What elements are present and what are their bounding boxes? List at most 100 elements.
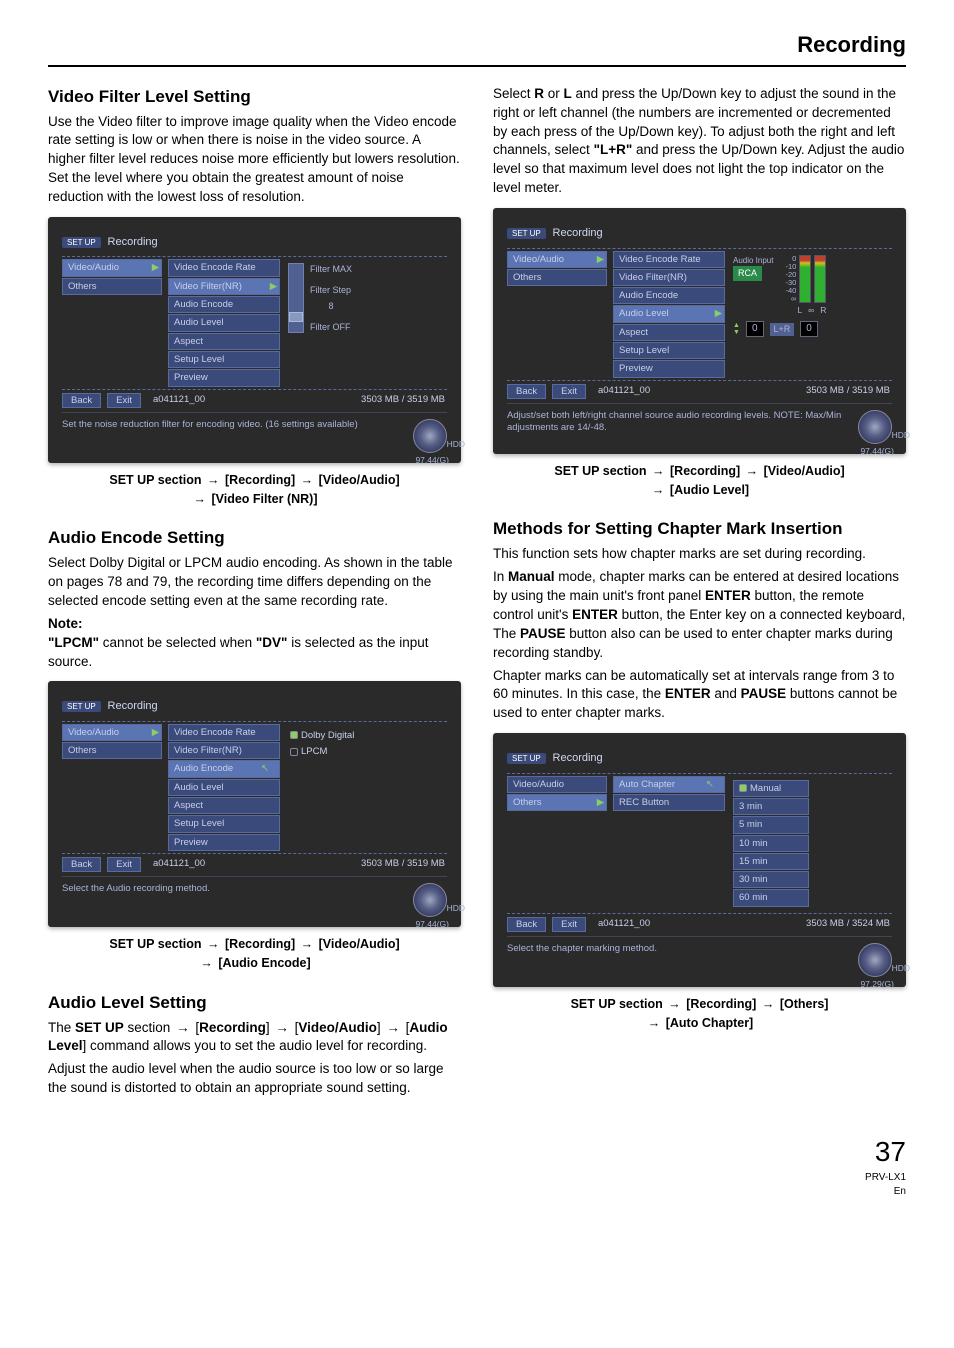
video-filter-heading: Video Filter Level Setting (48, 85, 461, 109)
audio-level-heading: Audio Level Setting (48, 991, 461, 1015)
right-column: Select R or L and press the Up/Down key … (493, 85, 906, 1102)
model-code: PRV-LX1 (48, 1171, 906, 1185)
exit-button: Exit (552, 917, 586, 932)
back-button: Back (507, 384, 546, 399)
audio-encode-body: Select Dolby Digital or LPCM audio encod… (48, 554, 461, 611)
capacity: 3503 MB / 3519 MB (804, 384, 892, 399)
filename: a041121_00 (592, 384, 798, 399)
audio-level-body2: Adjust the audio level when the audio so… (48, 1060, 461, 1098)
help-text: Select the chapter marking method. (507, 943, 848, 977)
option: 5 min (733, 816, 809, 833)
filename: a041121_00 (147, 857, 353, 872)
setup-badge: SET UP (62, 237, 101, 248)
audio-level-cont: Select R or L and press the Up/Down key … (493, 85, 906, 198)
breadcrumb-audio-encode: SET UP section → [Recording] → [Video/Au… (48, 935, 461, 973)
option: 15 min (733, 853, 809, 870)
menu-item: Others (62, 742, 162, 759)
rca-badge: RCA (733, 266, 762, 281)
exit-button: Exit (107, 393, 141, 408)
capacity: 3503 MB / 3519 MB (359, 393, 447, 408)
exit-button: Exit (107, 857, 141, 872)
page-footer: 37 PRV-LX1 En (48, 1132, 906, 1199)
capacity: 3503 MB / 3519 MB (359, 857, 447, 872)
menu-item: Aspect (168, 797, 280, 814)
menu-item: Video Encode Rate (168, 724, 280, 741)
back-button: Back (62, 393, 101, 408)
shot-title: Recording (553, 227, 603, 239)
option: Manual (733, 780, 809, 797)
menu-item: Audio Encode (613, 287, 725, 304)
option: 30 min (733, 871, 809, 888)
menu-item: Video Filter(NR) (613, 269, 725, 286)
menu-item: Aspect (168, 333, 280, 350)
audio-level-body: The SET UP section → [Recording] → [Vide… (48, 1019, 461, 1057)
option-lpcm: LPCM (288, 744, 445, 759)
filename: a041121_00 (592, 917, 798, 932)
menu-item: Aspect (613, 324, 725, 341)
menu-item: Audio Level (168, 779, 280, 796)
option: 10 min (733, 835, 809, 852)
menu-item: Audio Level (168, 314, 280, 331)
page-header: Recording (48, 30, 906, 67)
setup-badge: SET UP (62, 701, 101, 712)
menu-item: Video/Audio (507, 776, 607, 793)
menu-item: Setup Level (613, 342, 725, 359)
option-dolby: Dolby Digital (288, 728, 445, 743)
back-button: Back (507, 917, 546, 932)
menu-item: Video Encode Rate (168, 259, 280, 276)
option: 3 min (733, 798, 809, 815)
menu-item: Video Encode Rate (613, 251, 725, 268)
lang-code: En (48, 1185, 906, 1199)
menu-item: Preview (168, 369, 280, 386)
chapter-heading: Methods for Setting Chapter Mark Inserti… (493, 517, 906, 541)
disc-icon (413, 883, 447, 917)
shot-title: Recording (108, 236, 158, 248)
exit-button: Exit (552, 384, 586, 399)
filename: a041121_00 (147, 393, 353, 408)
screenshot-audio-encode: SET UP Recording Video/Audio▶ Others Vid… (48, 681, 461, 927)
back-button: Back (62, 857, 101, 872)
disc-icon (413, 419, 447, 453)
menu-item: REC Button (613, 794, 725, 811)
menu-item: Audio Encode↖ (168, 760, 280, 777)
help-text: Select the Audio recording method. (62, 883, 403, 917)
menu-item: Video Filter(NR) (168, 742, 280, 759)
breadcrumb-video-filter: SET UP section → [Recording] → [Video/Au… (48, 471, 461, 509)
menu-item: Setup Level (168, 351, 280, 368)
option: 60 min (733, 889, 809, 906)
menu-item: Video Filter(NR)▶ (168, 278, 280, 295)
shot-title: Recording (108, 700, 158, 712)
menu-item: Video/Audio▶ (507, 251, 607, 268)
menu-item: Setup Level (168, 815, 280, 832)
menu-item: Preview (168, 834, 280, 851)
lr-button: L+R (770, 323, 795, 336)
level-l: 0 (746, 321, 764, 337)
breadcrumb-audio-level: SET UP section → [Recording] → [Video/Au… (493, 462, 906, 500)
disc-icon (858, 410, 892, 444)
two-column-layout: Video Filter Level Setting Use the Video… (48, 85, 906, 1102)
page-number: 37 (875, 1136, 906, 1167)
menu-item: Auto Chapter↖ (613, 776, 725, 793)
screenshot-audio-level: SET UP Recording Video/Audio▶ Others Vid… (493, 208, 906, 454)
chapter-body3: Chapter marks can be automatically set a… (493, 667, 906, 724)
capacity: 3503 MB / 3524 MB (804, 917, 892, 932)
level-r: 0 (800, 321, 818, 337)
setup-badge: SET UP (507, 228, 546, 239)
chapter-body2: In Manual mode, chapter marks can be ent… (493, 568, 906, 662)
filter-scale: Filter MAX Filter Step8 Filter OFF (288, 263, 445, 333)
setup-badge: SET UP (507, 753, 546, 764)
screenshot-video-filter: SET UP Recording Video/Audio▶ Others Vid… (48, 217, 461, 463)
help-text: Set the noise reduction filter for encod… (62, 419, 403, 453)
menu-item: Audio Level▶ (613, 305, 725, 322)
left-column: Video Filter Level Setting Use the Video… (48, 85, 461, 1102)
menu-item: Others▶ (507, 794, 607, 811)
menu-item: Video/Audio▶ (62, 724, 162, 741)
disc-icon (858, 943, 892, 977)
help-text: Adjust/set both left/right channel sourc… (507, 410, 848, 444)
menu-item: Others (62, 278, 162, 295)
video-filter-body: Use the Video filter to improve image qu… (48, 113, 461, 207)
breadcrumb-auto-chapter: SET UP section → [Recording] → [Others] … (493, 995, 906, 1033)
chapter-body1: This function sets how chapter marks are… (493, 545, 906, 564)
menu-item: Preview (613, 360, 725, 377)
menu-item: Audio Encode (168, 296, 280, 313)
